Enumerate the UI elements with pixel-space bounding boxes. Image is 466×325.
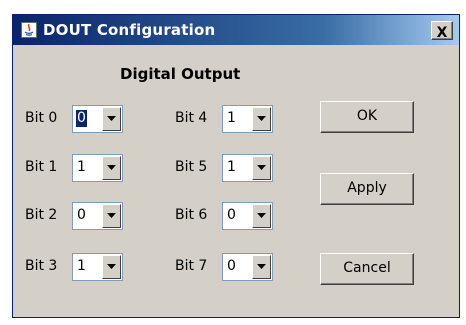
java-app-icon [21, 22, 37, 38]
dropdown-arrow-icon[interactable] [252, 107, 271, 131]
close-button[interactable]: X [431, 21, 453, 41]
bit-1-select[interactable]: 1 [72, 154, 123, 182]
bit-4-select[interactable]: 1 [222, 105, 273, 133]
bit-6-label: Bit 6 [175, 207, 208, 223]
bit-0-value: 0 [76, 110, 87, 127]
close-icon: X [436, 25, 448, 41]
bit-3-value: 1 [77, 258, 86, 274]
dout-configuration-dialog: DOUT Configuration X Digital Output Bit … [12, 14, 460, 318]
ok-button[interactable]: OK [320, 101, 414, 133]
bit-3-label: Bit 3 [25, 258, 58, 274]
dropdown-arrow-icon[interactable] [252, 204, 271, 228]
bit-6-value: 0 [227, 207, 236, 223]
window-title: DOUT Configuration [43, 21, 216, 39]
section-heading: Digital Output [120, 65, 241, 83]
dropdown-arrow-icon[interactable] [252, 156, 271, 180]
title-bar[interactable]: DOUT Configuration X [13, 15, 459, 45]
bit-2-label: Bit 2 [25, 207, 58, 223]
bit-6-select[interactable]: 0 [222, 202, 273, 230]
bit-7-value: 0 [227, 258, 236, 274]
bit-2-select[interactable]: 0 [72, 202, 123, 230]
bit-2-value: 0 [77, 207, 86, 223]
bit-5-label: Bit 5 [175, 159, 208, 175]
dropdown-arrow-icon[interactable] [102, 255, 121, 279]
bit-7-select[interactable]: 0 [222, 253, 273, 281]
bit-0-label: Bit 0 [25, 110, 58, 126]
bit-1-value: 1 [77, 159, 86, 175]
bit-7-label: Bit 7 [175, 258, 208, 274]
dropdown-arrow-icon[interactable] [102, 204, 121, 228]
bit-4-label: Bit 4 [175, 110, 208, 126]
bit-3-select[interactable]: 1 [72, 253, 123, 281]
bit-5-value: 1 [227, 159, 236, 175]
bit-1-label: Bit 1 [25, 159, 58, 175]
bit-0-select[interactable]: 0 [72, 105, 123, 133]
apply-button[interactable]: Apply [320, 173, 414, 205]
cancel-button[interactable]: Cancel [320, 253, 414, 285]
bit-5-select[interactable]: 1 [222, 154, 273, 182]
dropdown-arrow-icon[interactable] [102, 156, 121, 180]
dropdown-arrow-icon[interactable] [252, 255, 271, 279]
bit-4-value: 1 [227, 110, 236, 126]
dropdown-arrow-icon[interactable] [102, 107, 121, 131]
